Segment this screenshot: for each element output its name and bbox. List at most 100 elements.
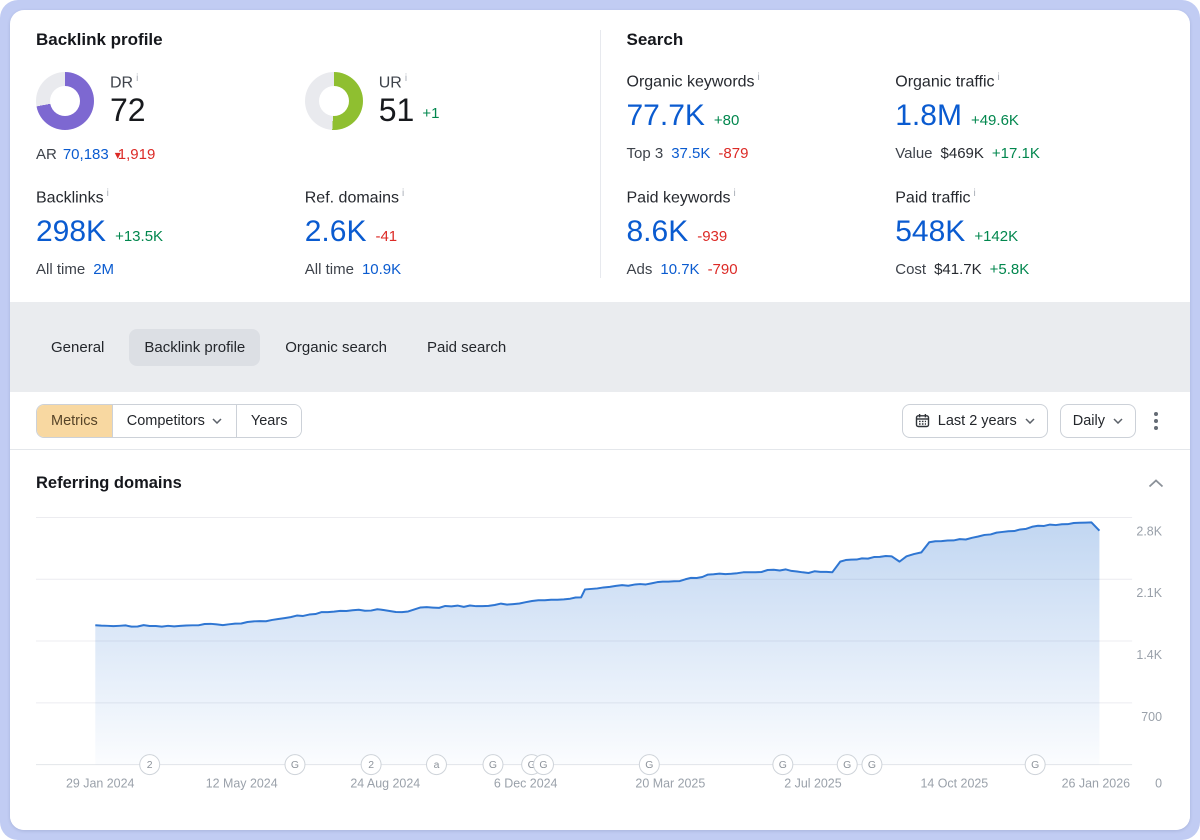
paid-traffic-sub-row: Cost $41.7K +5.8K bbox=[895, 261, 1164, 278]
paid-traffic-sub-value[interactable]: $41.7K bbox=[934, 261, 982, 278]
info-icon[interactable]: i bbox=[136, 73, 138, 84]
y-tick-label: 0 bbox=[1155, 777, 1162, 791]
organic-traffic-label: Organic traffici bbox=[895, 72, 1164, 91]
organic-traffic-value[interactable]: 1.8M bbox=[895, 99, 962, 132]
svg-text:G: G bbox=[539, 761, 547, 772]
x-tick-label: 12 May 2024 bbox=[206, 777, 278, 791]
ur-value: 51+1 bbox=[379, 92, 440, 129]
granularity-button[interactable]: Daily bbox=[1060, 404, 1136, 438]
info-icon[interactable]: i bbox=[974, 188, 976, 199]
info-icon[interactable]: i bbox=[734, 188, 736, 199]
svg-text:G: G bbox=[1031, 761, 1039, 772]
collapse-chevron-up-icon[interactable] bbox=[1148, 479, 1164, 488]
ref-domains-label: Ref. domainsi bbox=[305, 188, 574, 207]
ur-delta: +1 bbox=[422, 105, 439, 122]
svg-text:a: a bbox=[434, 761, 440, 772]
x-tick-label: 20 Mar 2025 bbox=[635, 777, 705, 791]
tab-backlink-profile[interactable]: Backlink profile bbox=[129, 329, 260, 366]
backlinks-alltime-row: All time 2M bbox=[36, 261, 305, 278]
ar-value[interactable]: 70,183 bbox=[63, 146, 109, 163]
x-tick-label: 24 Aug 2024 bbox=[350, 777, 420, 791]
backlinks-delta: +13.5K bbox=[115, 228, 163, 245]
segment-years[interactable]: Years bbox=[236, 405, 302, 437]
svg-text:G: G bbox=[489, 761, 497, 772]
paid-keywords-sub-value[interactable]: 10.7K bbox=[660, 261, 699, 278]
info-icon[interactable]: i bbox=[107, 188, 109, 199]
organic-traffic-delta: +49.6K bbox=[971, 112, 1019, 129]
chart-wrap: 2.8K2.1K1.4K70002G2aGGGGGGGG29 Jan 20241… bbox=[36, 507, 1164, 812]
info-icon[interactable]: i bbox=[405, 73, 407, 84]
dr-label: DRi bbox=[110, 73, 146, 92]
backlinks-value[interactable]: 298K bbox=[36, 215, 106, 248]
info-icon[interactable]: i bbox=[402, 188, 404, 199]
page-frame: Backlink profile DRi 72 AR 70,183 ▾1,919 bbox=[0, 0, 1200, 840]
chart-toolbar: MetricsCompetitorsYears Last 2 years Dai… bbox=[10, 392, 1190, 450]
referring-domains-chart[interactable]: 2.8K2.1K1.4K70002G2aGGGGGGGG29 Jan 20241… bbox=[36, 507, 1164, 807]
x-tick-label: 26 Jan 2026 bbox=[1062, 777, 1131, 791]
organic-keywords-delta: +80 bbox=[714, 112, 739, 129]
dr-donut-chart bbox=[36, 72, 94, 130]
y-tick-label: 2.8K bbox=[1136, 525, 1162, 539]
more-options-kebab-icon[interactable] bbox=[1148, 406, 1164, 436]
paid-traffic-sub-delta: +5.8K bbox=[990, 261, 1030, 278]
paid-traffic-value[interactable]: 548K bbox=[895, 215, 965, 248]
svg-text:2: 2 bbox=[147, 761, 153, 772]
segment-competitors[interactable]: Competitors bbox=[112, 405, 236, 437]
organic-keywords-label: Organic keywordsi bbox=[627, 72, 896, 91]
paid-keywords-label: Paid keywordsi bbox=[627, 188, 896, 207]
organic-traffic-sub-delta: +17.1K bbox=[992, 145, 1040, 162]
backlink-profile-section: Backlink profile DRi 72 AR 70,183 ▾1,919 bbox=[10, 30, 601, 278]
info-icon[interactable]: i bbox=[998, 72, 1000, 83]
segment-metrics[interactable]: Metrics bbox=[37, 405, 112, 437]
y-tick-label: 2.1K bbox=[1136, 587, 1162, 601]
chevron-down-icon bbox=[212, 418, 222, 424]
tab-organic-search[interactable]: Organic search bbox=[270, 329, 402, 366]
tab-general[interactable]: General bbox=[36, 329, 119, 366]
organic-traffic-block: Organic traffici 1.8M +49.6K Value $469K… bbox=[895, 72, 1164, 188]
dr-value: 72 bbox=[110, 92, 146, 129]
organic-keywords-sub-value[interactable]: 37.5K bbox=[671, 145, 710, 162]
ref-domains-block: Ref. domainsi 2.6K -41 All time 10.9K bbox=[305, 188, 574, 278]
backlinks-block: Backlinksi 298K +13.5K All time 2M bbox=[36, 188, 305, 278]
x-tick-label: 6 Dec 2024 bbox=[494, 777, 558, 791]
site-overview-card: Backlink profile DRi 72 AR 70,183 ▾1,919 bbox=[10, 10, 1190, 830]
organic-keywords-value[interactable]: 77.7K bbox=[627, 99, 705, 132]
paid-keywords-value[interactable]: 8.6K bbox=[627, 215, 689, 248]
svg-text:G: G bbox=[868, 761, 876, 772]
ur-donut-chart bbox=[305, 72, 363, 130]
backlink-profile-title: Backlink profile bbox=[36, 30, 574, 50]
organic-keywords-block: Organic keywordsi 77.7K +80 Top 3 37.5K … bbox=[627, 72, 896, 188]
overview-tabs: General Backlink profile Organic search Pai… bbox=[10, 302, 1190, 392]
info-icon[interactable]: i bbox=[758, 72, 760, 83]
svg-text:G: G bbox=[843, 761, 851, 772]
metrics-segmented-control: MetricsCompetitorsYears bbox=[36, 404, 302, 438]
date-range-button[interactable]: Last 2 years bbox=[902, 404, 1048, 438]
series-area bbox=[95, 523, 1099, 765]
ar-row: AR 70,183 ▾1,919 bbox=[36, 146, 305, 163]
paid-keywords-block: Paid keywordsi 8.6K -939 Ads 10.7K -790 bbox=[627, 188, 896, 278]
paid-traffic-delta: +142K bbox=[974, 228, 1018, 245]
backlinks-label: Backlinksi bbox=[36, 188, 305, 207]
paid-keywords-sub-row: Ads 10.7K -790 bbox=[627, 261, 896, 278]
x-axis-labels: 29 Jan 2024 12 May 2024 24 Aug 2024 6 Dec 2… bbox=[66, 777, 1130, 791]
search-title: Search bbox=[627, 30, 1165, 50]
paid-traffic-block: Paid traffici 548K +142K Cost $41.7K +5.… bbox=[895, 188, 1164, 278]
paid-traffic-label: Paid traffici bbox=[895, 188, 1164, 207]
ref-domains-value[interactable]: 2.6K bbox=[305, 215, 367, 248]
paid-keywords-sub-delta: -790 bbox=[708, 261, 738, 278]
svg-text:2: 2 bbox=[368, 761, 374, 772]
ar-delta: ▾1,919 bbox=[115, 146, 156, 163]
organic-traffic-sub-row: Value $469K +17.1K bbox=[895, 145, 1164, 162]
x-tick-label: 29 Jan 2024 bbox=[66, 777, 135, 791]
ur-label: URi bbox=[379, 73, 440, 92]
tab-paid-search[interactable]: Paid search bbox=[412, 329, 521, 366]
y-tick-label: 700 bbox=[1141, 710, 1162, 724]
svg-text:G: G bbox=[645, 761, 653, 772]
ref-domains-alltime-value[interactable]: 10.9K bbox=[362, 261, 401, 278]
stats-section: Backlink profile DRi 72 AR 70,183 ▾1,919 bbox=[10, 10, 1190, 302]
x-tick-label: 14 Oct 2025 bbox=[920, 777, 988, 791]
backlinks-alltime-value[interactable]: 2M bbox=[93, 261, 114, 278]
organic-keywords-sub-row: Top 3 37.5K -879 bbox=[627, 145, 896, 162]
organic-traffic-sub-value[interactable]: $469K bbox=[941, 145, 984, 162]
y-tick-label: 1.4K bbox=[1136, 648, 1162, 662]
